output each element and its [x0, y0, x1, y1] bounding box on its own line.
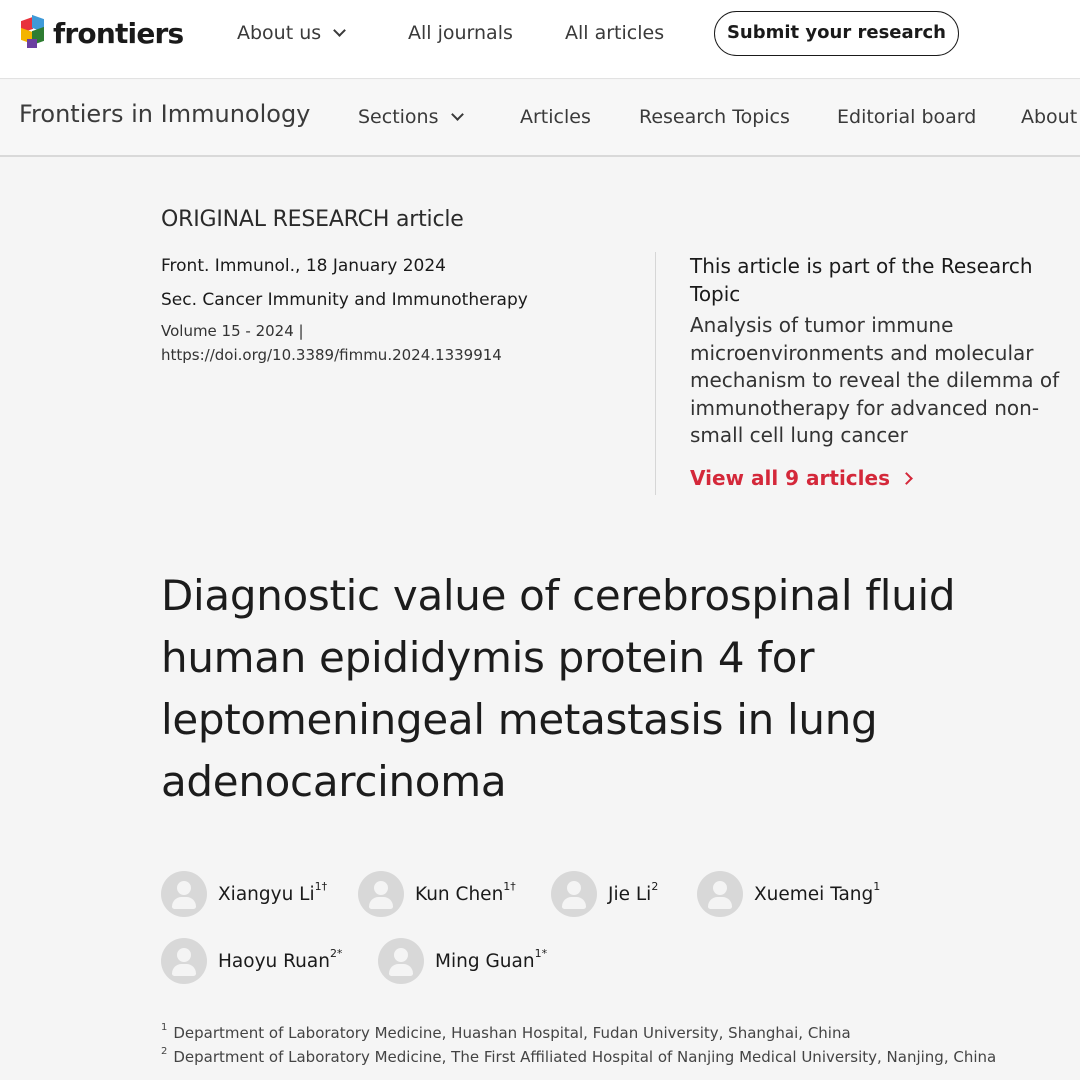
affiliation: 2 Department of Laboratory Medicine, The …: [161, 1046, 997, 1066]
nav-editorial-board[interactable]: Editorial board: [837, 106, 976, 128]
article-type: ORIGINAL RESEARCH article: [161, 207, 464, 232]
author-link[interactable]: Kun Chen1†: [358, 871, 516, 917]
author-link[interactable]: Ming Guan1*: [378, 938, 547, 984]
chevron-down-icon: [333, 24, 347, 37]
frontiers-logo[interactable]: frontiers: [19, 14, 184, 50]
author-link[interactable]: Xuemei Tang1: [697, 871, 880, 917]
journal-date: Front. Immunol., 18 January 2024: [161, 256, 446, 276]
top-navigation-bar: frontiers About us All journals All arti…: [0, 0, 1080, 79]
author-name: Xiangyu Li1†: [218, 879, 328, 906]
author-name: Ming Guan1*: [435, 946, 548, 973]
view-all-label: View all 9 articles: [690, 466, 890, 490]
avatar-placeholder-icon: [378, 938, 424, 984]
nav-sections-label: Sections: [358, 106, 439, 128]
nav-articles[interactable]: Articles: [520, 106, 591, 128]
avatar-placeholder-icon: [358, 871, 404, 917]
view-all-articles-link[interactable]: View all 9 articles: [690, 466, 913, 490]
author-name: Xuemei Tang1: [754, 879, 881, 906]
chevron-down-icon: [450, 108, 464, 121]
article-title: Diagnostic value of cerebrospinal fluid …: [161, 571, 956, 806]
nav-about-us[interactable]: About us: [237, 22, 347, 44]
author-name: Jie Li2: [608, 879, 659, 906]
submit-research-button[interactable]: Submit your research: [714, 11, 959, 56]
author-link[interactable]: Haoyu Ruan2*: [161, 938, 342, 984]
nav-sections[interactable]: Sections: [358, 106, 464, 128]
chevron-right-icon: [900, 472, 913, 485]
journal-navigation-bar: Frontiers in Immunology Sections Article…: [0, 80, 1080, 157]
author-name: Haoyu Ruan2*: [218, 946, 343, 973]
avatar-placeholder-icon: [161, 871, 207, 917]
journal-title-link[interactable]: Frontiers in Immunology: [19, 100, 310, 128]
doi-link[interactable]: https://doi.org/10.3389/fimmu.2024.13399…: [161, 346, 502, 364]
frontiers-logo-icon: [19, 14, 47, 49]
brand-name: frontiers: [53, 16, 184, 50]
nav-about-us-label: About us: [237, 22, 322, 44]
nav-all-journals[interactable]: All journals: [408, 22, 513, 44]
affiliation: 1 Department of Laboratory Medicine, Huas…: [161, 1022, 851, 1042]
avatar-placeholder-icon: [551, 871, 597, 917]
research-topic-title[interactable]: Analysis of tumor immune microenvironmen…: [690, 312, 1075, 450]
nav-about[interactable]: About: [1021, 106, 1077, 128]
author-link[interactable]: Jie Li2: [551, 871, 658, 917]
nav-research-topics[interactable]: Research Topics: [639, 106, 790, 128]
author-name: Kun Chen1†: [415, 879, 516, 906]
avatar-placeholder-icon: [161, 938, 207, 984]
vertical-divider: [655, 252, 656, 495]
section-link[interactable]: Sec. Cancer Immunity and Immunotherapy: [161, 290, 528, 310]
volume-info: Volume 15 - 2024 |: [161, 322, 304, 340]
research-topic-heading: This article is part of the Research Top…: [690, 254, 1033, 306]
nav-all-articles[interactable]: All articles: [565, 22, 664, 44]
avatar-placeholder-icon: [697, 871, 743, 917]
author-link[interactable]: Xiangyu Li1†: [161, 871, 327, 917]
